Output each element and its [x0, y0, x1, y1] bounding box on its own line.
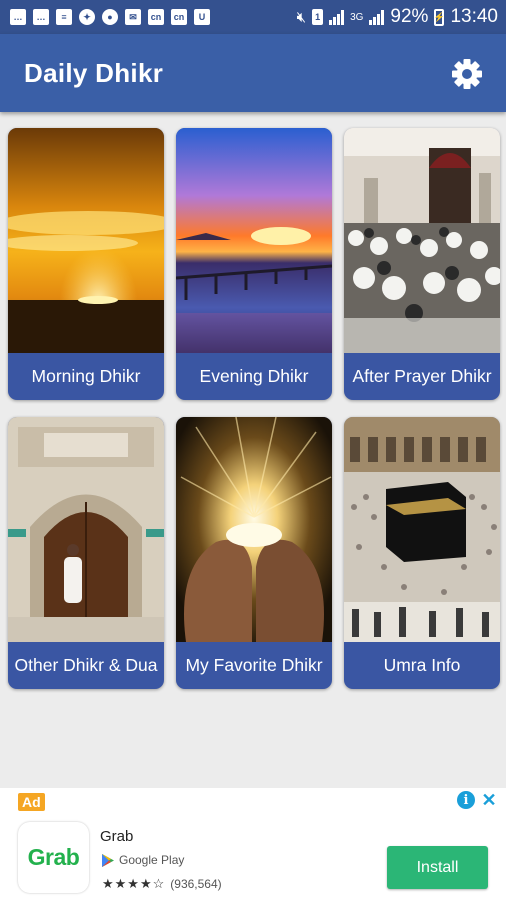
mosque-crowd-image: [344, 128, 500, 353]
ad-banner[interactable]: Ad i ✕ Grab Grab Google Play ★★★★☆ (936,…: [0, 788, 506, 900]
cnn-icon: cn: [171, 9, 187, 25]
sunset-pier-image: [176, 128, 332, 353]
tile-label: My Favorite Dhikr: [185, 655, 323, 675]
sunrise-image: [8, 128, 164, 353]
signal-icon: [329, 9, 345, 25]
tile-other-dhikr-dua[interactable]: Other Dhikr & Dua: [8, 417, 164, 689]
settings-button[interactable]: [450, 57, 484, 91]
cnn-icon: cn: [148, 9, 164, 25]
store-name: Google Play: [119, 853, 185, 867]
app-title: Daily Dhikr: [24, 58, 164, 88]
app-icon: ✦: [79, 9, 95, 25]
location-icon: ●: [102, 9, 118, 25]
store-badge: Google Play: [102, 853, 184, 867]
data-icon: 3G: [350, 11, 364, 23]
tile-morning-dhikr[interactable]: Morning Dhikr: [8, 128, 164, 400]
praying-hands-image: [176, 417, 332, 642]
tile-after-prayer-dhikr[interactable]: After Prayer Dhikr: [344, 128, 500, 400]
ad-rating: ★★★★☆ (936,564): [102, 876, 222, 892]
mail-icon: ✉: [125, 9, 141, 25]
message-icon: …: [10, 9, 26, 25]
message-icon: …: [33, 9, 49, 25]
battery-percent: 92%: [390, 6, 429, 27]
install-button[interactable]: Install: [387, 846, 488, 889]
mosque-door-image: [8, 417, 164, 642]
gear-icon: [452, 59, 482, 89]
tile-umra-info[interactable]: Umra Info: [344, 417, 500, 689]
google-play-icon: [102, 853, 114, 867]
tile-label: Evening Dhikr: [199, 366, 309, 386]
battery-icon: ⚡: [434, 8, 445, 26]
star-rating-icon: ★★★★☆: [102, 876, 166, 891]
signal-icon: [369, 9, 385, 25]
tile-label: Morning Dhikr: [31, 366, 141, 386]
kaaba-image: [344, 417, 500, 642]
rating-count: (936,564): [170, 877, 222, 891]
mute-icon: 🔇︎: [296, 8, 307, 26]
tile-label: Other Dhikr & Dua: [14, 655, 158, 675]
notification-icons: … … ≡ ✦ ● ✉ cn cn U: [10, 9, 210, 25]
tile-label: After Prayer Dhikr: [352, 366, 492, 386]
status-bar: … … ≡ ✦ ● ✉ cn cn U 🔇︎ 1 3G 92% ⚡ 13:40: [0, 0, 506, 34]
ad-tag: Ad: [18, 793, 45, 811]
ad-app-name: Grab: [100, 828, 134, 845]
document-icon: ≡: [56, 9, 72, 25]
info-icon[interactable]: i: [457, 791, 475, 809]
dhikr-grid: Morning Dhikr Evening Dhikr After Prayer…: [8, 128, 500, 689]
tile-evening-dhikr[interactable]: Evening Dhikr: [176, 128, 332, 400]
magnet-icon: U: [194, 9, 210, 25]
clock: 13:40: [450, 6, 498, 27]
tile-my-favorite-dhikr[interactable]: My Favorite Dhikr: [176, 417, 332, 689]
tile-label: Umra Info: [383, 655, 461, 675]
sim-icon: 1: [312, 9, 324, 25]
close-icon[interactable]: ✕: [480, 791, 498, 809]
grab-logo: Grab: [18, 822, 89, 893]
app-bar: Daily Dhikr: [0, 34, 506, 112]
